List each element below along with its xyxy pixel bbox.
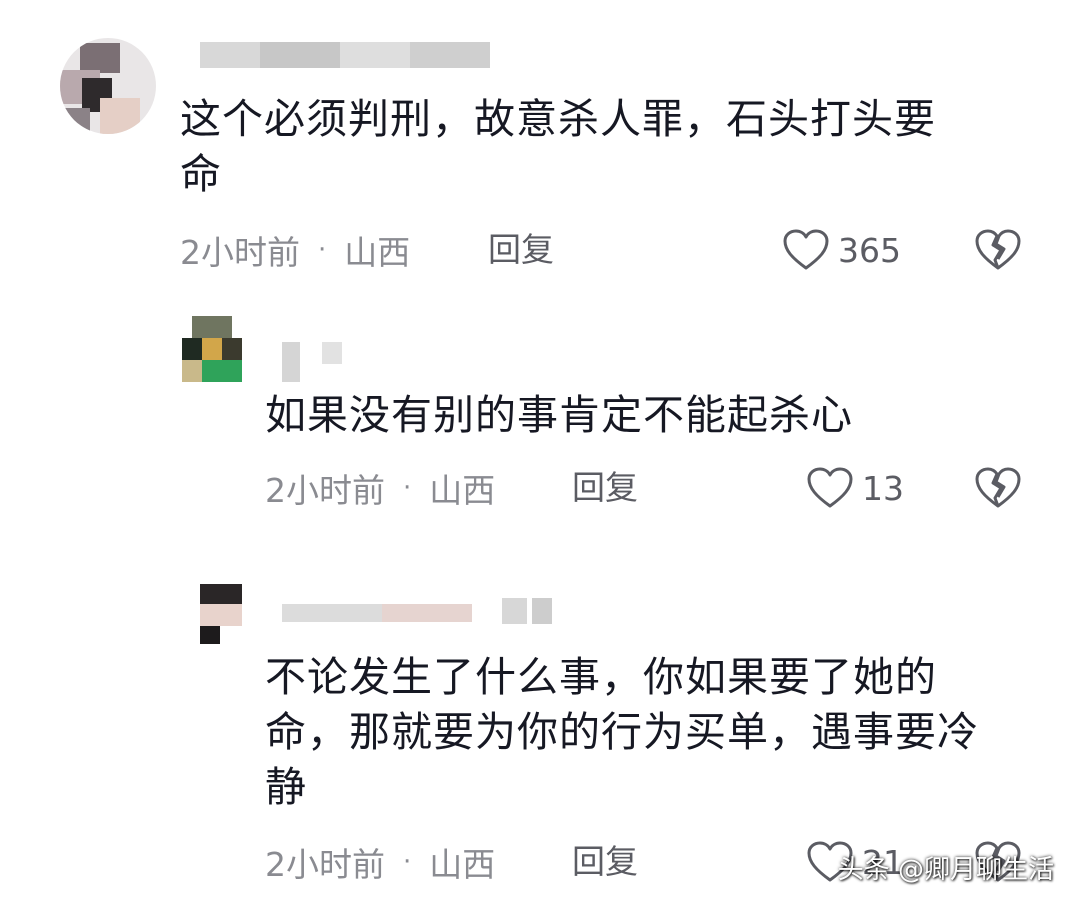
like-count: 13 xyxy=(862,468,904,508)
like-button[interactable]: 365 xyxy=(782,228,901,272)
username-blurred[interactable] xyxy=(282,342,342,382)
location: 山西 xyxy=(429,471,496,510)
comment-meta: 2小时前 · 山西 xyxy=(265,840,495,884)
reply-button[interactable]: 回复 xyxy=(572,466,638,510)
reply-button[interactable]: 回复 xyxy=(572,840,638,884)
avatar[interactable] xyxy=(182,316,242,382)
comment-text: 如果没有别的事肯定不能起杀心 xyxy=(265,391,853,439)
reply-button[interactable]: 回复 xyxy=(488,228,554,272)
avatar[interactable] xyxy=(60,38,156,134)
location: 山西 xyxy=(429,845,496,884)
comment-text: 这个必须判刑，故意杀人罪，石头打头要 命 xyxy=(180,95,936,198)
comment-1: 这个必须判刑，故意杀人罪，石头打头要 命 2小时前 · 山西 回复 365 xyxy=(0,0,1080,290)
dislike-button[interactable] xyxy=(974,466,1022,510)
comment-text: 不论发生了什么事，你如果要了她的 命，那就要为你的行为买单，遇事要冷 静 xyxy=(265,653,979,811)
comment-meta: 2小时前 · 山西 xyxy=(265,466,495,510)
comment-2: 如果没有别的事肯定不能起杀心 2小时前 · 山西 回复 13 xyxy=(0,300,1080,530)
username-blurred[interactable] xyxy=(282,598,567,624)
meta-separator: · xyxy=(318,235,327,265)
timestamp: 2小时前 xyxy=(265,471,385,510)
timestamp: 2小时前 xyxy=(265,845,385,884)
timestamp: 2小时前 xyxy=(180,233,300,272)
location: 山西 xyxy=(344,233,411,272)
watermark: 头条 @卿月聊生活 xyxy=(837,855,1054,885)
avatar[interactable] xyxy=(200,584,242,644)
username-blurred[interactable] xyxy=(200,42,490,68)
like-button[interactable]: 13 xyxy=(806,466,904,510)
heart-outline-icon xyxy=(783,229,829,270)
broken-heart-icon xyxy=(975,229,1021,270)
heart-outline-icon xyxy=(807,467,853,508)
broken-heart-icon xyxy=(975,467,1021,508)
like-count: 365 xyxy=(838,230,901,270)
meta-separator: · xyxy=(403,473,412,503)
comment-meta: 2小时前 · 山西 xyxy=(180,228,410,272)
meta-separator: · xyxy=(403,847,412,877)
dislike-button[interactable] xyxy=(974,228,1022,272)
